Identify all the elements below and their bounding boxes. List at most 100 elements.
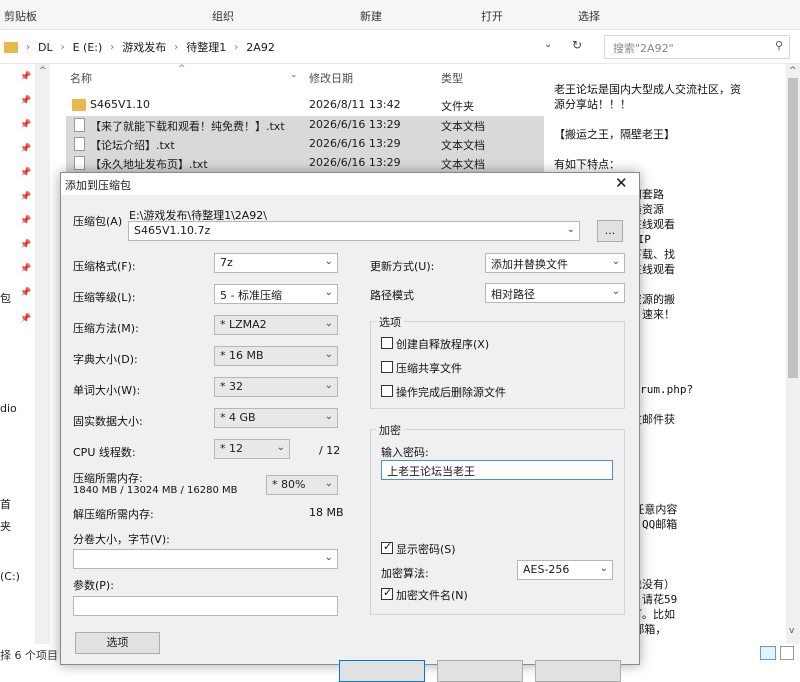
ribbon: 剪贴板 组织 新建 打开 选择 xyxy=(0,0,800,30)
chevron-right-icon: › xyxy=(60,41,65,53)
preview-line xyxy=(554,142,786,157)
method-select[interactable]: * LZMA2 ⌄ xyxy=(214,315,338,335)
pin-icon: 📌 xyxy=(20,168,32,178)
word-select[interactable]: * 32 ⌄ xyxy=(214,377,338,397)
level-select[interactable]: 5 - 标准压缩 ⌄ xyxy=(214,284,338,304)
nav-item[interactable]: (C:) xyxy=(0,570,20,583)
chevron-down-icon: ⌄ xyxy=(324,380,333,391)
crumb-drive[interactable]: E (E:) xyxy=(73,41,103,54)
chevron-down-icon[interactable]: ⌄ xyxy=(290,70,298,80)
file-row[interactable]: S465V1.10 2026/8/11 13:42 文件夹 xyxy=(66,96,544,115)
level-label: 压缩等级(L): xyxy=(73,291,136,304)
crumb-pending[interactable]: 待整理1 xyxy=(186,39,226,55)
chevron-down-icon: ⌄ xyxy=(324,287,333,298)
text-file-icon xyxy=(74,156,85,170)
mem-percent-select[interactable]: * 80% ⌄ xyxy=(266,475,338,495)
crumb-dl[interactable]: DL xyxy=(38,41,53,54)
params-input[interactable] xyxy=(73,596,338,616)
sfx-checkbox[interactable] xyxy=(381,337,393,349)
scroll-thumb[interactable] xyxy=(788,78,798,378)
preview-line: 有如下特点： xyxy=(554,158,620,171)
ribbon-clipboard[interactable]: 剪贴板 xyxy=(4,8,37,24)
path-mode-select[interactable]: 相对路径 ⌄ xyxy=(485,283,625,303)
column-name[interactable]: 名称 xyxy=(70,70,92,86)
pin-icon: 📌 xyxy=(20,216,32,226)
chevron-down-icon[interactable]: ⌄ xyxy=(544,39,552,50)
sort-up-icon: ^ xyxy=(178,64,186,74)
decomp-value: 18 MB xyxy=(309,506,344,519)
dict-select[interactable]: * 16 MB ⌄ xyxy=(214,346,338,366)
nav-item[interactable]: 首 xyxy=(0,496,11,512)
chevron-down-icon: ⌄ xyxy=(611,286,620,297)
cancel-button[interactable] xyxy=(437,660,523,682)
ok-button[interactable] xyxy=(339,660,425,682)
update-select[interactable]: 添加并替换文件 ⌄ xyxy=(485,253,625,273)
file-name: 【来了就能下载和观看！纯免费！】.txt xyxy=(90,120,285,133)
column-date[interactable]: 修改日期 xyxy=(309,70,353,86)
file-type: 文本文档 xyxy=(441,139,485,152)
details-view-icon[interactable] xyxy=(760,646,776,660)
preview-scrollbar[interactable]: ^ v xyxy=(786,64,800,644)
chevron-down-icon: ⌄ xyxy=(599,563,608,574)
format-select[interactable]: 7z ⌄ xyxy=(214,253,338,273)
scroll-down-icon[interactable]: v xyxy=(789,626,794,636)
file-date: 2026/8/11 13:42 xyxy=(309,98,401,111)
scroll-up-icon[interactable]: ^ xyxy=(39,66,47,76)
split-select[interactable]: ⌄ xyxy=(73,549,338,569)
update-value: 添加并替换文件 xyxy=(491,258,568,271)
delete-source-checkbox[interactable] xyxy=(381,385,393,397)
folder-icon xyxy=(72,99,86,111)
password-input[interactable]: 上老王论坛当老王 xyxy=(381,460,613,480)
level-value: 5 - 标准压缩 xyxy=(220,289,282,302)
word-value: * 32 xyxy=(220,380,243,393)
chevron-down-icon: ⌄ xyxy=(611,256,620,267)
shared-label: 压缩共享文件 xyxy=(396,362,462,375)
search-placeholder: 搜索"2A92" xyxy=(613,42,674,55)
ribbon-open[interactable]: 打开 xyxy=(481,8,503,24)
column-type[interactable]: 类型 xyxy=(441,70,463,86)
breadcrumb[interactable]: › DL › E (E:) › 游戏发布 › 待整理1 › 2A92 xyxy=(0,35,560,59)
nav-item[interactable]: dio xyxy=(0,402,17,415)
options-button[interactable]: 选项 xyxy=(75,632,160,654)
pin-icon: 📌 xyxy=(20,314,32,324)
nav-item[interactable]: 包 xyxy=(0,290,11,306)
show-password-label: 显示密码(S) xyxy=(396,543,456,556)
file-date: 2026/6/16 13:29 xyxy=(309,156,401,169)
help-button[interactable] xyxy=(535,660,621,682)
show-password-checkbox[interactable] xyxy=(381,540,393,554)
browse-button[interactable]: ... xyxy=(597,220,623,242)
ribbon-organize[interactable]: 组织 xyxy=(212,8,234,24)
path-mode-label: 路径模式 xyxy=(370,289,414,302)
file-row[interactable]: 【论坛介绍】.txt 2026/6/16 13:29 文本文档 xyxy=(66,135,544,154)
solid-select[interactable]: * 4 GB ⌄ xyxy=(214,408,338,428)
enc-method-select[interactable]: AES-256 ⌄ xyxy=(517,560,613,580)
file-list: 名称 ^ ⌄ 修改日期 类型 S465V1.10 2026/8/11 13:42… xyxy=(50,64,550,174)
method-value: * LZMA2 xyxy=(220,318,267,331)
shared-checkbox[interactable] xyxy=(381,361,393,373)
crumb-games[interactable]: 游戏发布 xyxy=(122,39,166,55)
ribbon-select[interactable]: 选择 xyxy=(578,8,600,24)
nav-scrollbar[interactable]: ^ xyxy=(36,64,50,644)
nav-item[interactable]: 夹 xyxy=(0,518,11,534)
scroll-up-icon[interactable]: ^ xyxy=(789,66,797,76)
enc-method-label: 加密算法: xyxy=(381,567,429,580)
tiles-view-icon[interactable] xyxy=(780,646,794,660)
file-row[interactable]: 【永久地址发布页】.txt 2026/6/16 13:29 文本文档 xyxy=(66,154,544,173)
ribbon-new[interactable]: 新建 xyxy=(360,8,382,24)
file-row[interactable]: 【来了就能下载和观看！纯免费！】.txt 2026/6/16 13:29 文本文… xyxy=(66,116,544,135)
search-input[interactable]: 搜索"2A92" ⚲ xyxy=(604,35,790,59)
dict-label: 字典大小(D): xyxy=(73,353,138,366)
archive-name-combo[interactable]: S465V1.10.7z ⌄ xyxy=(128,221,580,241)
cpu-total: / 12 xyxy=(319,444,341,457)
preview-line xyxy=(554,112,786,127)
crumb-current[interactable]: 2A92 xyxy=(246,41,275,54)
chevron-down-icon: ⌄ xyxy=(324,478,333,489)
close-icon[interactable]: ✕ xyxy=(615,174,628,192)
refresh-icon[interactable]: ↻ xyxy=(572,38,582,52)
cpu-select[interactable]: * 12 ⌄ xyxy=(214,439,290,459)
encrypt-names-checkbox[interactable] xyxy=(381,586,393,600)
preview-line: 源分享站！！！ xyxy=(554,98,631,111)
enc-method-value: AES-256 xyxy=(523,563,570,576)
chevron-right-icon: › xyxy=(174,41,179,53)
solid-value: * 4 GB xyxy=(220,411,256,424)
